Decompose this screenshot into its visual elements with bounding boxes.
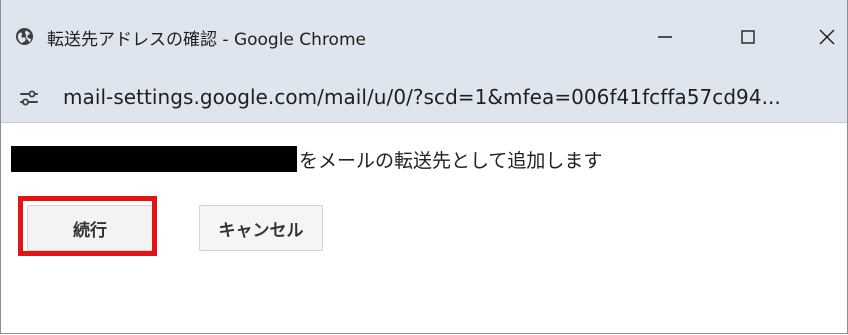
- redacted-email-address: [11, 146, 297, 172]
- minimize-icon: [658, 36, 672, 38]
- cancel-button[interactable]: キャンセル: [199, 205, 323, 251]
- address-bar: mail-settings.google.com/mail/u/0/?scd=1…: [1, 74, 847, 123]
- title-row: 転送先アドレスの確認 - Google Chrome: [1, 0, 847, 74]
- maximize-button[interactable]: [712, 0, 784, 74]
- window-title: 転送先アドレスの確認 - Google Chrome: [47, 30, 366, 50]
- continue-button[interactable]: 続行: [27, 205, 153, 251]
- close-button[interactable]: [791, 0, 848, 74]
- maximize-icon: [741, 30, 755, 44]
- title-bar: 転送先アドレスの確認 - Google Chrome: [1, 0, 847, 74]
- minimize-button[interactable]: [629, 0, 701, 74]
- globe-icon: [15, 27, 34, 46]
- chrome-popup-window: 転送先アドレスの確認 - Google Chrome mail-settings…: [0, 0, 848, 334]
- tune-icon: [20, 90, 38, 106]
- forwarding-message: をメールの転送先として追加します: [299, 150, 603, 172]
- url-text[interactable]: mail-settings.google.com/mail/u/0/?scd=1…: [63, 85, 781, 109]
- site-info-button[interactable]: [17, 86, 41, 110]
- close-icon: [819, 29, 835, 45]
